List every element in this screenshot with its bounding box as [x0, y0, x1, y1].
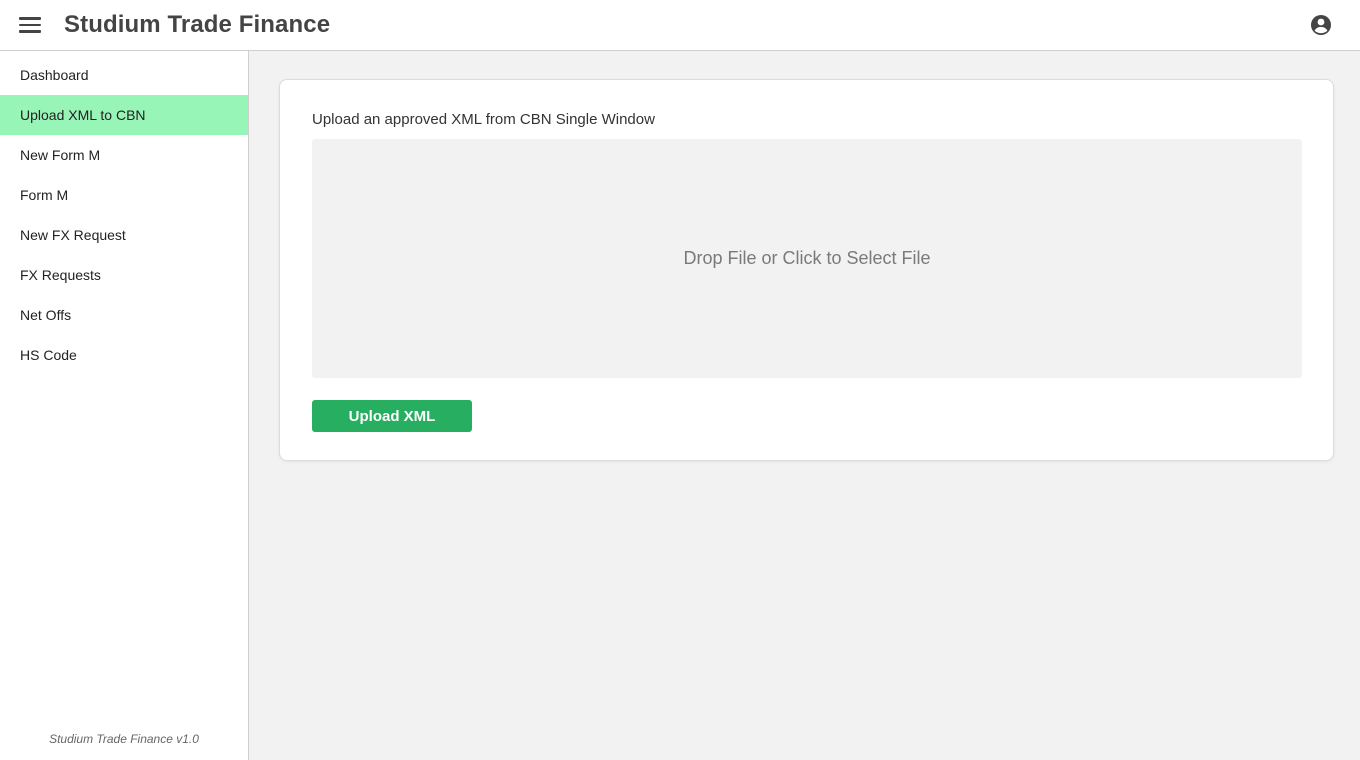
account-circle-icon[interactable] — [1309, 13, 1333, 37]
sidebar-nav: Dashboard Upload XML to CBN New Form M F… — [0, 51, 249, 760]
sidebar-item-new-form-m[interactable]: New Form M — [0, 135, 248, 175]
sidebar-item-net-offs[interactable]: Net Offs — [0, 295, 248, 335]
sidebar-item-new-fx-request[interactable]: New FX Request — [0, 215, 248, 255]
upload-xml-button[interactable]: Upload XML — [312, 400, 472, 432]
sidebar-item-dashboard[interactable]: Dashboard — [0, 55, 248, 95]
upload-xml-card: Upload an approved XML from CBN Single W… — [279, 79, 1334, 461]
sidebar-item-fx-requests[interactable]: FX Requests — [0, 255, 248, 295]
sidebar-item-hs-code[interactable]: HS Code — [0, 335, 248, 375]
hamburger-menu-icon[interactable] — [16, 12, 44, 38]
upload-instruction-label: Upload an approved XML from CBN Single W… — [312, 111, 655, 128]
app-title: Studium Trade Finance — [64, 11, 331, 38]
file-dropzone[interactable]: Drop File or Click to Select File — [312, 139, 1302, 378]
sidebar-item-form-m[interactable]: Form M — [0, 175, 248, 215]
app-version: Studium Trade Finance v1.0 — [49, 732, 199, 746]
sidebar-item-upload-xml-to-cbn[interactable]: Upload XML to CBN — [0, 95, 248, 135]
app-bar: Studium Trade Finance — [0, 0, 1360, 51]
dropzone-text: Drop File or Click to Select File — [683, 248, 931, 268]
